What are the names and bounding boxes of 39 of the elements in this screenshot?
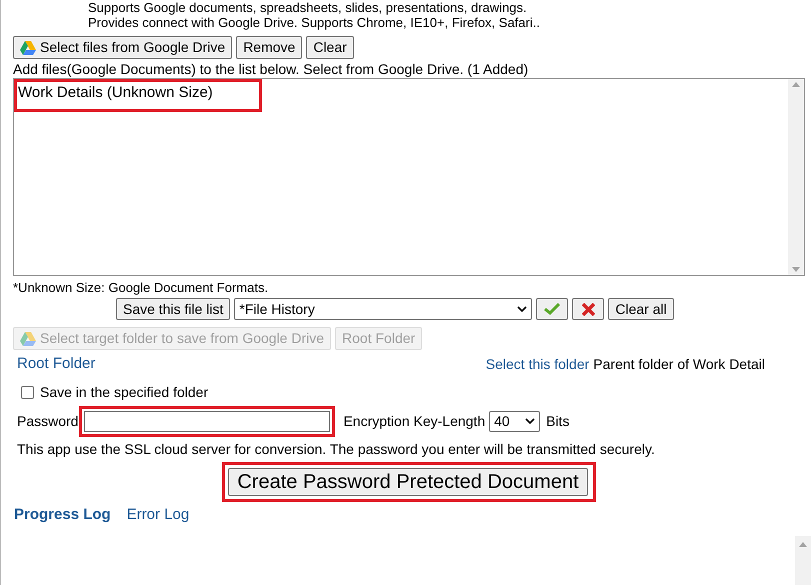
save-folder-label: Save in the specified folder xyxy=(40,382,208,402)
key-length-label: Encryption Key-Length xyxy=(343,412,486,431)
parent-folder-text: Parent folder of Work Detail xyxy=(593,354,765,374)
root-folder-link[interactable]: Root Folder xyxy=(17,353,96,376)
select-folder-link[interactable]: Select this folder xyxy=(486,354,590,375)
list-hint: Add files(Google Documents) to the list below. Select from Google Drive. (1 Added) xyxy=(13,61,530,78)
file-list-item[interactable]: Work Details (Unknown Size) xyxy=(18,84,213,101)
dropdown-caret-icon xyxy=(525,418,536,424)
scroll-up-icon[interactable] xyxy=(799,542,807,547)
password-label: Password xyxy=(17,412,78,430)
scrollbar[interactable] xyxy=(795,536,811,585)
checkmark-icon xyxy=(544,303,560,315)
scrollbar[interactable] xyxy=(788,79,804,275)
confirm-button[interactable] xyxy=(536,298,568,320)
log-tab[interactable]: Error Log xyxy=(126,504,190,526)
save-list-button[interactable]: Save this file list xyxy=(116,298,230,320)
file-button[interactable]: Select files from Google Drive xyxy=(13,36,232,59)
scroll-up-icon[interactable] xyxy=(792,82,800,87)
file-button[interactable]: Clear xyxy=(306,36,354,59)
drive-logo-icon xyxy=(20,332,36,346)
ssl-note: This app use the SSL cloud server for conversion. The password you enter will be transmitted securely. xyxy=(17,440,656,459)
drive-logo-icon xyxy=(20,40,36,54)
password-field[interactable] xyxy=(84,410,330,432)
key-length-select[interactable]: 40 xyxy=(489,410,540,432)
close-icon xyxy=(582,302,595,316)
delete-button[interactable] xyxy=(572,298,604,320)
file-list[interactable]: Work Details (Unknown Size) xyxy=(13,78,805,276)
scroll-down-icon[interactable] xyxy=(792,267,800,272)
file-button[interactable]: Remove xyxy=(236,36,302,59)
log-tab[interactable]: Progress Log xyxy=(14,504,111,526)
key-length-unit: Bits xyxy=(546,412,570,430)
save-folder-checkbox[interactable] xyxy=(21,386,34,398)
intro-text: Supports Google documents, spreadsheets, slides, presentations, drawings. xyxy=(88,0,528,15)
dropdown-caret-icon xyxy=(517,306,528,312)
clear-all-button[interactable]: Clear all xyxy=(608,298,674,320)
create-document-button[interactable]: Create Password Pretected Document xyxy=(228,468,588,496)
file-history-select[interactable]: *File History xyxy=(234,298,532,320)
intro-text: Provides connect with Google Drive. Supports Chrome, IE10+, Firefox, Safari.. xyxy=(88,15,541,30)
size-note: *Unknown Size: Google Document Formats. xyxy=(13,280,270,295)
